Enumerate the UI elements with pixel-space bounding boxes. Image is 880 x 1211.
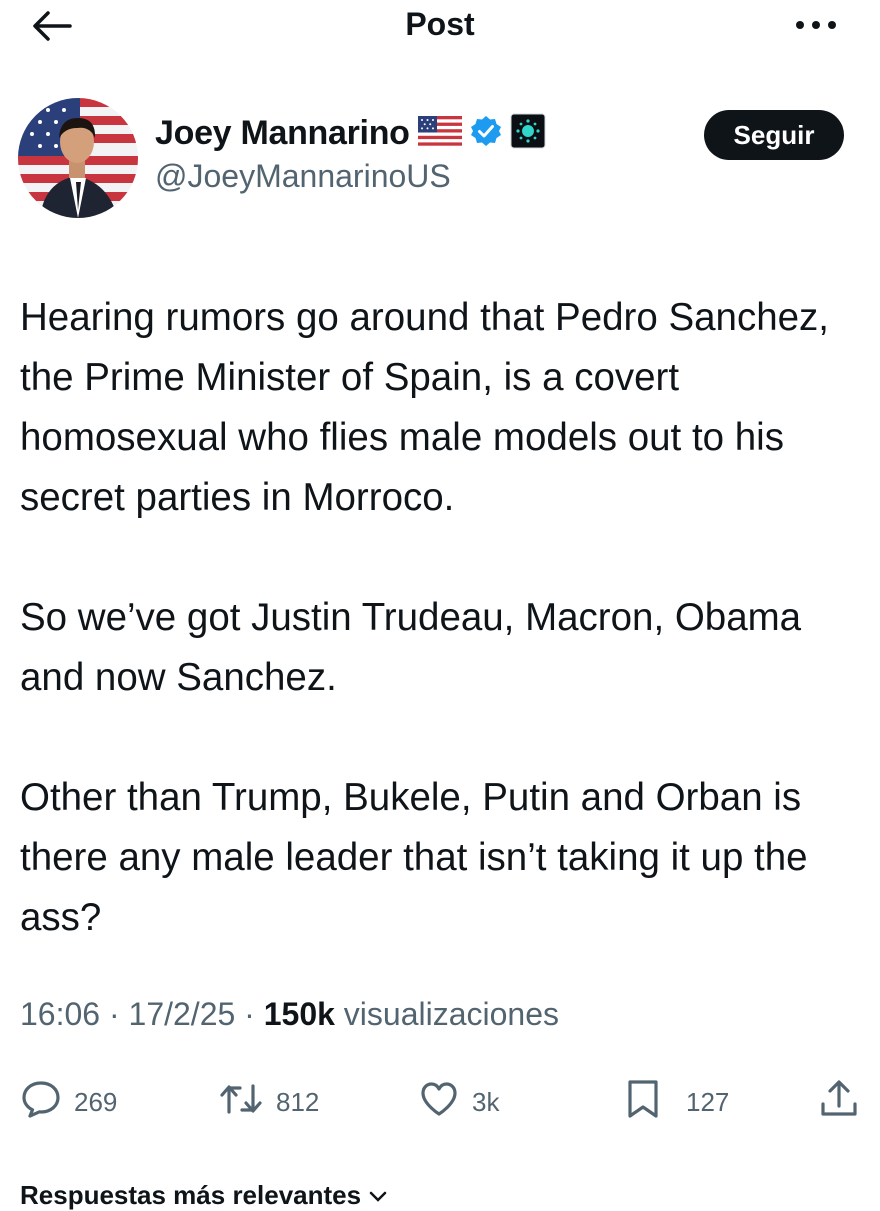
replies-sort-label: Respuestas más relevantes: [20, 1180, 362, 1210]
bookmark-count: 127: [686, 1086, 730, 1117]
views-count: 150k: [263, 996, 335, 1032]
reply-icon: [20, 1078, 62, 1127]
views-label: visualizaciones: [343, 996, 560, 1032]
tweet-text: Hearing rumors go around that Pedro Sanc…: [20, 288, 865, 948]
repost-button[interactable]: 812: [218, 1076, 319, 1128]
tweet-date[interactable]: 17/2/25: [129, 996, 236, 1032]
affiliate-badge-icon[interactable]: [510, 113, 546, 154]
bookmark-button[interactable]: 127: [622, 1076, 729, 1128]
tweet-time[interactable]: 16:06: [20, 996, 100, 1032]
us-flag-icon: [417, 115, 462, 151]
replies-sort-dropdown[interactable]: Respuestas más relevantes: [20, 1180, 388, 1211]
tweet-paragraph: Hearing rumors go around that Pedro Sanc…: [20, 296, 829, 519]
author-handle[interactable]: @JoeyMannarinoUS: [155, 158, 451, 195]
repost-count: 812: [276, 1086, 320, 1117]
verified-badge-icon[interactable]: [470, 115, 502, 152]
tweet-paragraph: Other than Trump, Bukele, Putin and Orba…: [20, 776, 808, 939]
page-title: Post: [405, 6, 475, 42]
bookmark-icon: [622, 1077, 664, 1128]
reply-count: 269: [74, 1086, 118, 1117]
like-button[interactable]: 3k: [418, 1076, 499, 1128]
like-count: 3k: [472, 1086, 500, 1117]
heart-icon: [418, 1078, 460, 1127]
action-bar: 269 812 3k 127: [0, 1076, 880, 1128]
follow-button[interactable]: Seguir: [704, 110, 844, 160]
tweet-paragraph: So we’ve got Justin Trudeau, Macron, Oba…: [20, 596, 802, 699]
top-bar: Post: [0, 0, 880, 56]
tweet-meta: 16:06 · 17/2/25 · 150k visualizaciones: [20, 996, 559, 1033]
reply-button[interactable]: 269: [20, 1076, 117, 1128]
repost-icon: [218, 1078, 264, 1127]
avatar[interactable]: [18, 98, 138, 218]
share-icon: [818, 1078, 860, 1127]
author-name[interactable]: Joey Mannarino: [155, 114, 410, 153]
more-horizontal-icon[interactable]: [792, 10, 840, 40]
author-name-row: Joey Mannarino: [155, 110, 546, 156]
meta-separator: ·: [244, 996, 255, 1032]
share-button[interactable]: [818, 1076, 860, 1128]
chevron-down-icon: [368, 1180, 388, 1210]
meta-separator: ·: [108, 996, 120, 1032]
